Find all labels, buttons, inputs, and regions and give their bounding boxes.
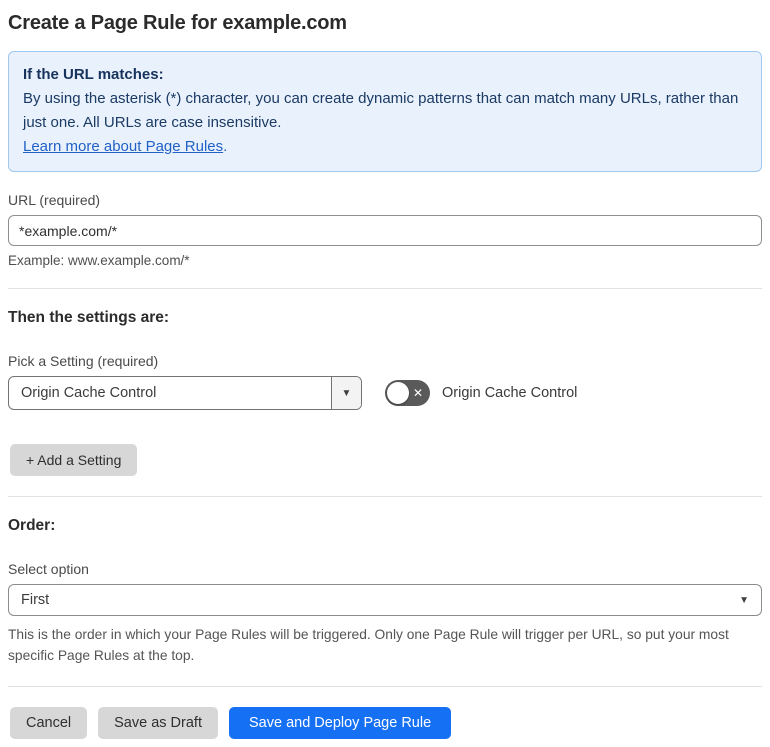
setting-dropdown-value: Origin Cache Control [21, 385, 157, 401]
page-rule-form: Create a Page Rule for example.com If th… [0, 0, 770, 747]
toggle-knob [387, 382, 409, 404]
divider [8, 288, 762, 289]
save-as-draft-button[interactable]: Save as Draft [98, 707, 218, 739]
pick-setting-label: Pick a Setting (required) [8, 353, 159, 369]
cancel-button[interactable]: Cancel [10, 707, 88, 739]
order-select[interactable]: First ▼ [8, 584, 762, 616]
settings-section-heading: Then the settings are: [8, 309, 170, 326]
origin-cache-control-toggle-wrap: ✕ Origin Cache Control [385, 380, 577, 406]
url-match-info-box: If the URL matches: By using the asteris… [8, 51, 762, 172]
order-section-heading: Order: [8, 517, 56, 534]
save-and-deploy-button[interactable]: Save and Deploy Page Rule [228, 707, 452, 739]
chevron-down-icon: ▼ [739, 594, 749, 606]
url-example-text: Example: www.example.com/* [8, 253, 190, 268]
setting-row: Origin Cache Control ▼ ✕ Origin Cache Co… [8, 376, 762, 410]
chevron-down-icon: ▼ [341, 387, 352, 399]
order-select-label: Select option [8, 561, 89, 577]
info-box-body: By using the asterisk (*) character, you… [23, 90, 739, 131]
learn-more-link[interactable]: Learn more about Page Rules [23, 138, 223, 155]
url-field-label: URL (required) [8, 192, 101, 208]
divider [8, 686, 762, 687]
divider [8, 496, 762, 497]
info-box-link-line: Learn more about Page Rules. [23, 135, 747, 159]
url-input[interactable] [8, 215, 762, 246]
order-select-value: First [21, 592, 50, 608]
add-setting-button[interactable]: + Add a Setting [10, 444, 138, 476]
toggle-off-x-icon: ✕ [412, 386, 423, 400]
setting-dropdown[interactable]: Origin Cache Control ▼ [8, 376, 362, 410]
info-box-heading: If the URL matches: [23, 66, 164, 83]
page-title: Create a Page Rule for example.com [8, 12, 347, 34]
toggle-label: Origin Cache Control [442, 385, 578, 401]
origin-cache-control-toggle[interactable]: ✕ [385, 380, 430, 406]
dropdown-arrow-button[interactable]: ▼ [331, 377, 361, 409]
link-suffix: . [223, 138, 228, 155]
order-help-text: This is the order in which your Page Rul… [8, 627, 729, 663]
footer-actions: Cancel Save as Draft Save and Deploy Pag… [10, 707, 762, 739]
